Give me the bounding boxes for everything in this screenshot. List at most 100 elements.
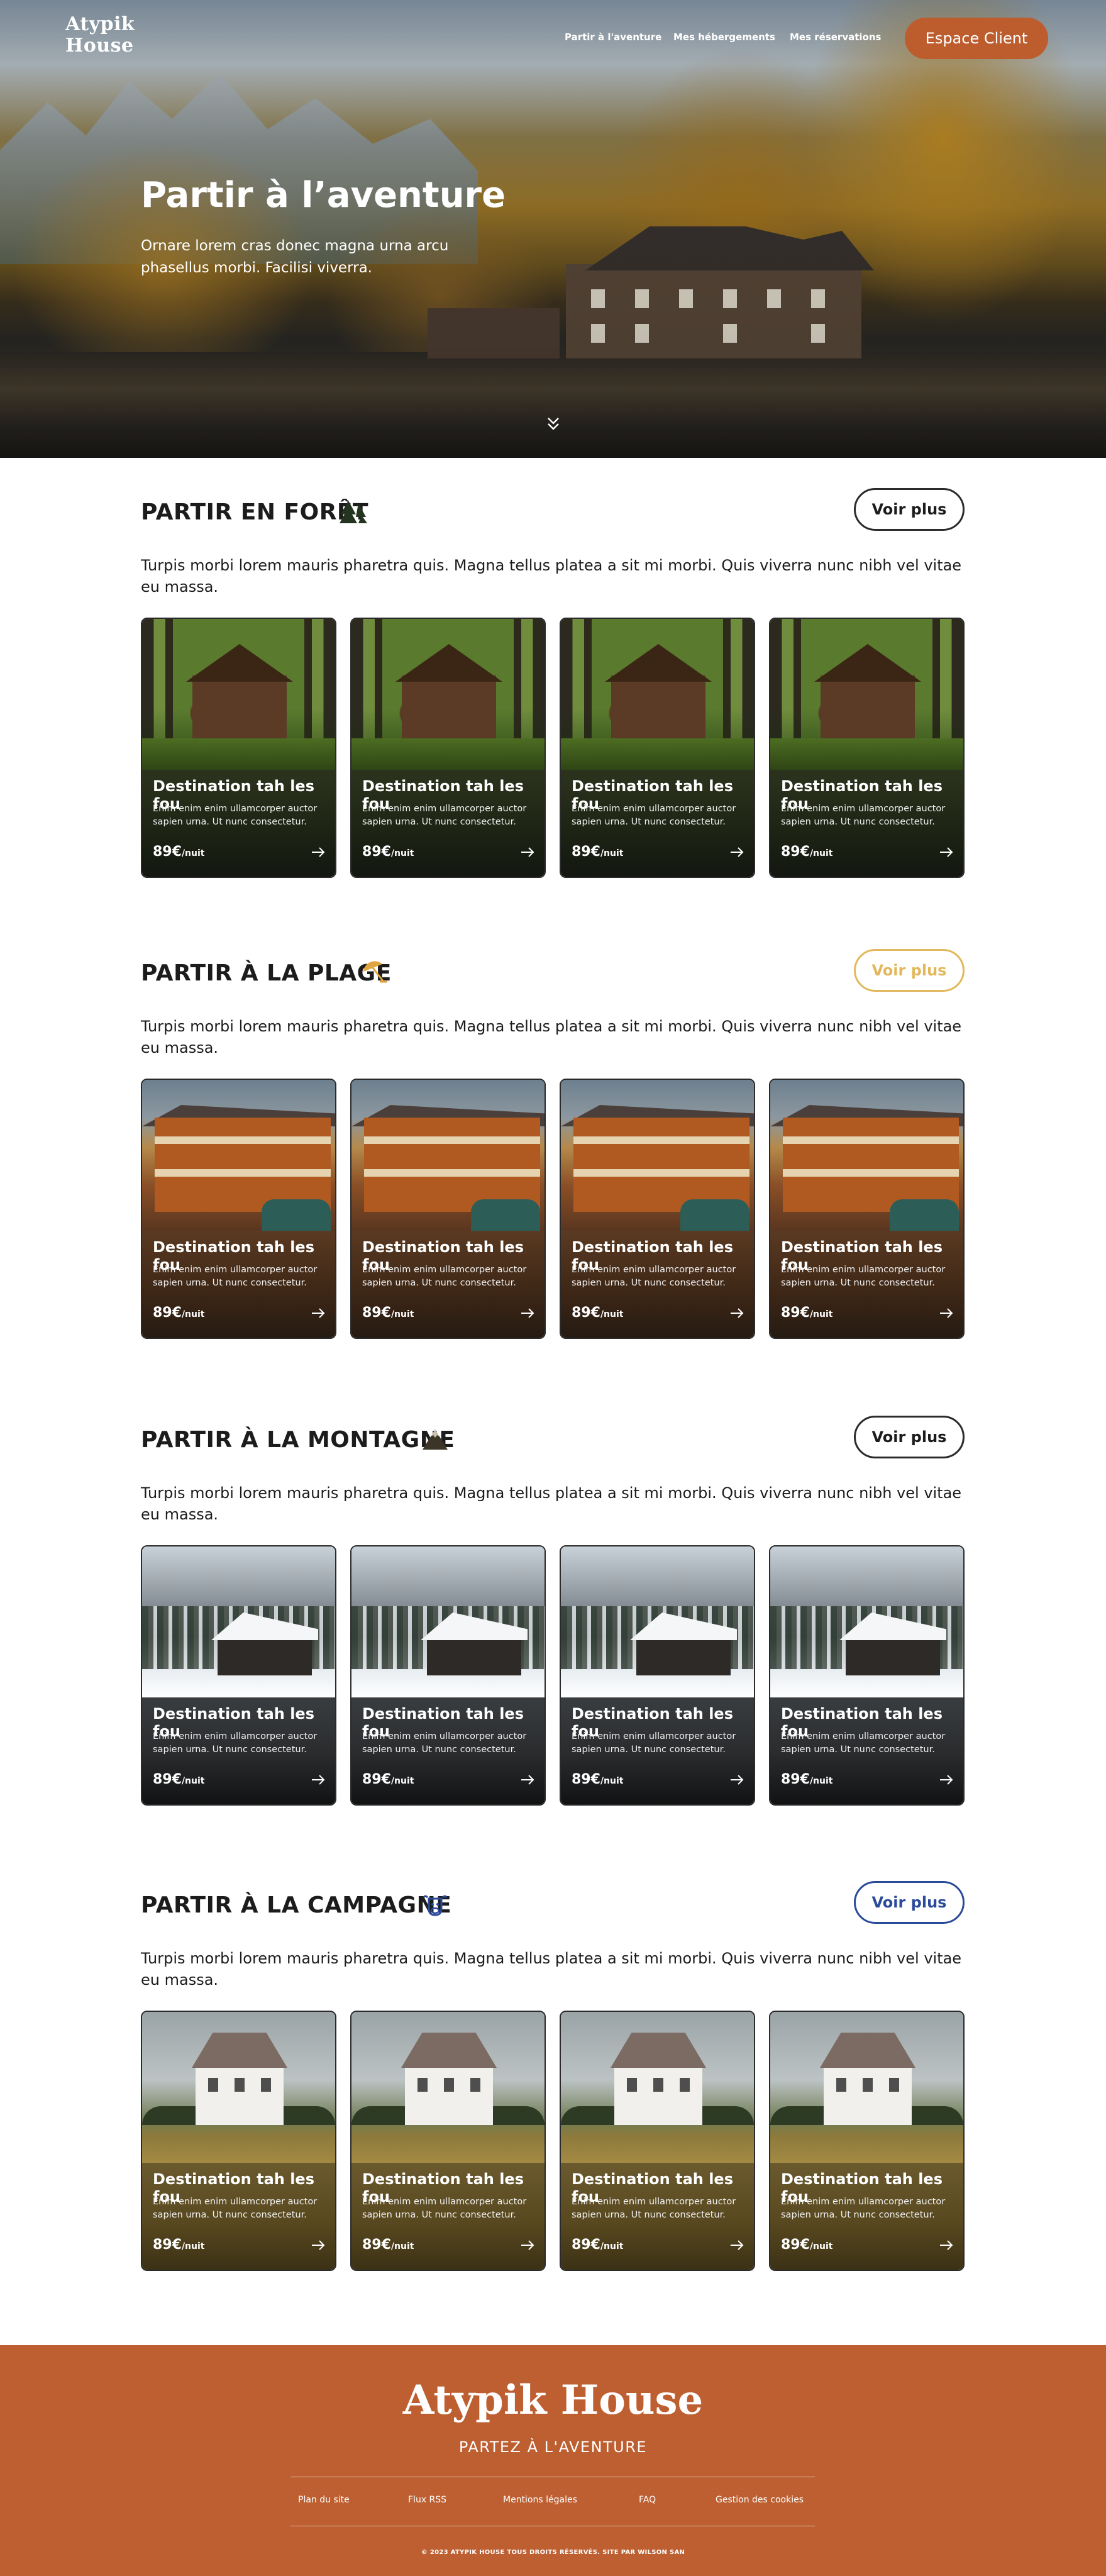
- card-list: Destination tah les fou Enim enim enim u…: [141, 618, 965, 878]
- arrow-right-icon[interactable]: [939, 1775, 953, 1785]
- card-price: 89€/nuit: [153, 1305, 205, 1321]
- arrow-right-icon[interactable]: [521, 847, 534, 857]
- card-image: [351, 619, 545, 770]
- espace-client-button[interactable]: Espace Client: [905, 18, 1048, 59]
- arrow-right-icon[interactable]: [311, 2240, 325, 2250]
- destination-card[interactable]: Destination tah les fou Enim enim enim u…: [769, 1079, 965, 1339]
- destination-card[interactable]: Destination tah les fou Enim enim enim u…: [350, 2011, 546, 2271]
- destination-card[interactable]: Destination tah les fou Enim enim enim u…: [350, 1079, 546, 1339]
- card-price: 89€/nuit: [572, 844, 624, 860]
- card-price: 89€/nuit: [781, 844, 833, 860]
- hero-subtitle: Ornare lorem cras donec magna urna arcu …: [141, 238, 449, 276]
- card-image: [770, 619, 963, 770]
- section-description: Turpis morbi lorem mauris pharetra quis.…: [141, 1950, 962, 1989]
- arrow-right-icon[interactable]: [730, 1308, 744, 1318]
- cow-icon: [423, 1895, 448, 1916]
- pine-trees-icon: [340, 501, 367, 523]
- card-text: Enim enim enim ullamcorper auctor sapien…: [362, 1265, 527, 1288]
- card-price: 89€/nuit: [362, 1772, 414, 1787]
- card-text: Enim enim enim ullamcorper auctor sapien…: [362, 2197, 527, 2220]
- arrow-right-icon[interactable]: [521, 1775, 534, 1785]
- footer-link-cookies[interactable]: Gestion des cookies: [716, 2495, 804, 2505]
- card-price: 89€/nuit: [153, 2237, 205, 2253]
- card-text: Enim enim enim ullamcorper auctor sapien…: [153, 1731, 318, 1755]
- destination-card[interactable]: Destination tah les fou Enim enim enim u…: [560, 2011, 755, 2271]
- footer-links: Plan du site Flux RSS Mentions légales F…: [290, 2495, 815, 2510]
- nav-mes-reservations[interactable]: Mes réservations: [790, 31, 881, 47]
- card-price: 89€/nuit: [572, 1305, 624, 1321]
- section-montagne: PARTIR À LA MONTAGNE Voir plus Turpis mo…: [141, 1416, 965, 1806]
- footer-link-faq[interactable]: FAQ: [639, 2495, 656, 2505]
- card-image: [142, 2012, 335, 2163]
- double-chevron-down-icon[interactable]: [545, 415, 562, 433]
- footer-copyright: © 2023 ATYPIK HOUSE TOUS DROITS RÉSERVÉS…: [421, 2549, 685, 2556]
- footer-tagline: PARTEZ À L'AVENTURE: [458, 2438, 648, 2456]
- destination-card[interactable]: Destination tah les fou Enim enim enim u…: [141, 2011, 336, 2271]
- voir-plus-button[interactable]: Voir plus: [854, 1881, 965, 1924]
- card-list: Destination tah les fou Enim enim enim u…: [141, 1545, 965, 1806]
- destination-card[interactable]: Destination tah les fou Enim enim enim u…: [141, 1545, 336, 1806]
- card-price: 89€/nuit: [153, 844, 205, 860]
- card-list: Destination tah les fou Enim enim enim u…: [141, 2011, 965, 2271]
- voir-plus-button[interactable]: Voir plus: [854, 488, 965, 531]
- section-foret: PARTIR EN FORÊT Voir plus Turpis morbi l…: [141, 488, 965, 878]
- card-image: [142, 1546, 335, 1697]
- card-text: Enim enim enim ullamcorper auctor sapien…: [572, 804, 736, 827]
- voir-plus-button[interactable]: Voir plus: [854, 949, 965, 992]
- card-text: Enim enim enim ullamcorper auctor sapien…: [781, 2197, 946, 2220]
- card-text: Enim enim enim ullamcorper auctor sapien…: [572, 2197, 736, 2220]
- arrow-right-icon[interactable]: [521, 1308, 534, 1318]
- destination-card[interactable]: Destination tah les fou Enim enim enim u…: [560, 1545, 755, 1806]
- card-text: Enim enim enim ullamcorper auctor sapien…: [572, 1731, 736, 1755]
- arrow-right-icon[interactable]: [521, 2240, 534, 2250]
- card-text: Enim enim enim ullamcorper auctor sapien…: [153, 2197, 318, 2220]
- destination-card[interactable]: Destination tah les fou Enim enim enim u…: [350, 618, 546, 878]
- card-price: 89€/nuit: [153, 1772, 205, 1787]
- card-text: Enim enim enim ullamcorper auctor sapien…: [781, 804, 946, 827]
- arrow-right-icon[interactable]: [730, 847, 744, 857]
- arrow-right-icon[interactable]: [939, 2240, 953, 2250]
- card-image: [561, 1546, 754, 1697]
- destination-card[interactable]: Destination tah les fou Enim enim enim u…: [769, 1545, 965, 1806]
- card-image: [351, 1080, 545, 1231]
- destination-card[interactable]: Destination tah les fou Enim enim enim u…: [560, 618, 755, 878]
- card-image: [142, 619, 335, 770]
- card-image: [770, 1546, 963, 1697]
- card-text: Enim enim enim ullamcorper auctor sapien…: [781, 1731, 946, 1755]
- nav-mes-hebergements[interactable]: Mes hébergements: [673, 31, 775, 47]
- site-logo[interactable]: Atypik House: [65, 14, 135, 57]
- footer-logo[interactable]: Atypik House: [0, 2377, 1106, 2424]
- site-footer: Atypik House PARTEZ À L'AVENTURE Plan du…: [0, 2345, 1106, 2576]
- arrow-right-icon[interactable]: [730, 2240, 744, 2250]
- destination-card[interactable]: Destination tah les fou Enim enim enim u…: [350, 1545, 546, 1806]
- voir-plus-button[interactable]: Voir plus: [854, 1416, 965, 1458]
- card-price: 89€/nuit: [362, 844, 414, 860]
- arrow-right-icon[interactable]: [311, 1308, 325, 1318]
- card-text: Enim enim enim ullamcorper auctor sapien…: [572, 1265, 736, 1288]
- arrow-right-icon[interactable]: [939, 1308, 953, 1318]
- card-price: 89€/nuit: [572, 1772, 624, 1787]
- arrow-right-icon[interactable]: [730, 1775, 744, 1785]
- card-image: [561, 1080, 754, 1231]
- section-plage: PARTIR À LA PLAGE Voir plus Turpis morbi…: [141, 949, 965, 1339]
- card-image: [770, 1080, 963, 1231]
- footer-link-rss[interactable]: Flux RSS: [408, 2495, 446, 2505]
- arrow-right-icon[interactable]: [311, 847, 325, 857]
- section-title: PARTIR À LA CAMPAGNE: [141, 1892, 452, 1918]
- card-price: 89€/nuit: [781, 1772, 833, 1787]
- arrow-right-icon[interactable]: [939, 847, 953, 857]
- destination-card[interactable]: Destination tah les fou Enim enim enim u…: [141, 618, 336, 878]
- section-description: Turpis morbi lorem mauris pharetra quis.…: [141, 1018, 962, 1057]
- destination-card[interactable]: Destination tah les fou Enim enim enim u…: [769, 618, 965, 878]
- nav-partir-aventure[interactable]: Partir à l'aventure: [565, 31, 661, 47]
- section-description: Turpis morbi lorem mauris pharetra quis.…: [141, 557, 962, 596]
- footer-link-mentions[interactable]: Mentions légales: [503, 2495, 577, 2505]
- arrow-right-icon[interactable]: [311, 1775, 325, 1785]
- card-image: [561, 619, 754, 770]
- destination-card[interactable]: Destination tah les fou Enim enim enim u…: [560, 1079, 755, 1339]
- card-price: 89€/nuit: [781, 2237, 833, 2253]
- destination-card[interactable]: Destination tah les fou Enim enim enim u…: [769, 2011, 965, 2271]
- section-campagne: PARTIR À LA CAMPAGNE Voir plus Turpis mo…: [141, 1881, 965, 2271]
- footer-link-plan[interactable]: Plan du site: [298, 2495, 350, 2505]
- destination-card[interactable]: Destination tah les fou Enim enim enim u…: [141, 1079, 336, 1339]
